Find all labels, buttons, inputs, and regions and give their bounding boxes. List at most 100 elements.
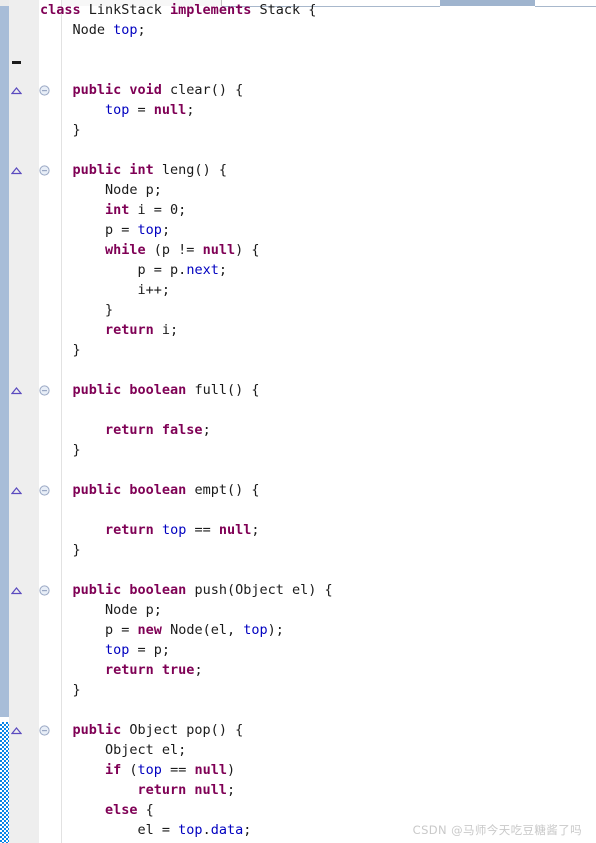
code-token-pln: p =	[40, 622, 138, 638]
code-token-fld: top	[161, 522, 187, 538]
code-line[interactable]: p = top;	[36, 220, 596, 240]
code-line[interactable]	[36, 560, 596, 580]
code-line[interactable]: int i = 0;	[36, 200, 596, 220]
code-token-pln: }	[40, 542, 81, 558]
code-line[interactable]: return false;	[36, 420, 596, 440]
code-token-fld: top	[40, 642, 130, 658]
scrollbar-thumb-hatched[interactable]	[0, 722, 9, 843]
code-line[interactable]: return null;	[36, 780, 596, 800]
code-token-kw: null	[202, 242, 236, 258]
code-token-kw: public boolean	[40, 482, 187, 498]
scrollbar-track-upper[interactable]	[0, 6, 9, 717]
code-line[interactable]: Node p;	[36, 600, 596, 620]
code-line[interactable]	[36, 60, 596, 80]
structure-triangle-icon[interactable]	[11, 385, 22, 396]
code-editor: class LinkStack implements Stack { Node …	[0, 0, 596, 843]
code-token-pln: full() {	[186, 382, 260, 398]
code-token-pln: Object el;	[40, 742, 187, 758]
code-line[interactable]	[36, 500, 596, 520]
structure-triangle-icon[interactable]	[11, 725, 22, 736]
code-line[interactable]: class LinkStack implements Stack {	[36, 0, 596, 20]
code-text-area[interactable]: class LinkStack implements Stack { Node …	[36, 0, 596, 843]
code-token-pln: ==	[161, 762, 195, 778]
structure-triangle-icon[interactable]	[11, 165, 22, 176]
code-token-pln	[154, 522, 162, 538]
code-line[interactable]	[36, 700, 596, 720]
code-line[interactable]: }	[36, 340, 596, 360]
code-token-kw: new	[137, 622, 162, 638]
code-line[interactable]: return top == null;	[36, 520, 596, 540]
code-line[interactable]: public int leng() {	[36, 160, 596, 180]
structure-triangle-icon[interactable]	[11, 585, 22, 596]
code-token-kw: implements	[170, 2, 252, 18]
code-token-kw: null	[153, 102, 187, 118]
fold-gutter[interactable]	[9, 0, 39, 843]
code-token-kw: if	[40, 762, 122, 778]
code-line[interactable]: }	[36, 120, 596, 140]
code-line[interactable]: top = null;	[36, 100, 596, 120]
code-line[interactable]	[36, 40, 596, 60]
overview-marker-strip[interactable]	[0, 6, 9, 843]
code-token-pln: clear() {	[161, 82, 244, 98]
code-line[interactable]: i++;	[36, 280, 596, 300]
code-token-fld: top	[137, 222, 162, 238]
code-token-pln: ;	[251, 522, 260, 538]
csdn-watermark: CSDN @马师今天吃豆糖酱了吗	[412, 823, 582, 837]
code-line[interactable]: Object el;	[36, 740, 596, 760]
code-token-pln: push(Object el) {	[186, 582, 333, 598]
code-token-kw: null	[218, 522, 252, 538]
code-line[interactable]: p = p.next;	[36, 260, 596, 280]
code-token-kw: public boolean	[40, 382, 187, 398]
code-token-kw: public void	[40, 82, 162, 98]
code-line[interactable]: return true;	[36, 660, 596, 680]
code-token-pln: }	[40, 122, 81, 138]
code-line[interactable]: }	[36, 680, 596, 700]
code-line[interactable]: p = new Node(el, top);	[36, 620, 596, 640]
code-token-fld: top	[178, 822, 203, 838]
code-line[interactable]	[36, 460, 596, 480]
code-line[interactable]: public boolean empt() {	[36, 480, 596, 500]
code-line[interactable]: }	[36, 540, 596, 560]
code-token-pln: }	[40, 682, 81, 698]
code-token-pln: ) {	[235, 242, 260, 258]
code-token-pln: =	[129, 102, 154, 118]
code-token-kw: while	[40, 242, 146, 258]
code-line[interactable]: while (p != null) {	[36, 240, 596, 260]
code-token-kw: public boolean	[40, 582, 187, 598]
code-token-kw: int	[40, 202, 130, 218]
code-line[interactable]: public boolean push(Object el) {	[36, 580, 596, 600]
code-line[interactable]	[36, 360, 596, 380]
code-line[interactable]: public void clear() {	[36, 80, 596, 100]
code-line[interactable]	[36, 140, 596, 160]
code-line[interactable]: if (top == null)	[36, 760, 596, 780]
code-line[interactable]: public Object pop() {	[36, 720, 596, 740]
code-token-pln: leng() {	[153, 162, 227, 178]
code-token-kw: return null	[40, 782, 227, 798]
code-token-pln: p = p.	[40, 262, 187, 278]
code-line[interactable]: public boolean full() {	[36, 380, 596, 400]
code-line[interactable]: Node p;	[36, 180, 596, 200]
structure-triangle-icon[interactable]	[11, 485, 22, 496]
code-token-pln: ;	[194, 662, 203, 678]
code-line[interactable]: return i;	[36, 320, 596, 340]
code-line[interactable]: Node top;	[36, 20, 596, 40]
code-token-pln: el =	[40, 822, 179, 838]
code-token-pln: )	[226, 762, 236, 778]
code-line[interactable]: else {	[36, 800, 596, 820]
code-line[interactable]: top = p;	[36, 640, 596, 660]
code-token-pln: Object pop() {	[121, 722, 244, 738]
code-token-kw: return	[40, 322, 154, 338]
code-token-pln: ==	[186, 522, 219, 538]
code-line[interactable]: }	[36, 300, 596, 320]
fold-dash-marker[interactable]	[12, 61, 21, 64]
code-token-pln: Stack {	[251, 2, 317, 18]
code-token-pln: ;	[186, 102, 195, 118]
code-line[interactable]: }	[36, 440, 596, 460]
code-token-pln: empt() {	[186, 482, 260, 498]
code-token-fld: top	[137, 762, 162, 778]
code-line[interactable]	[36, 400, 596, 420]
structure-triangle-icon[interactable]	[11, 85, 22, 96]
code-token-fld: next	[186, 262, 219, 278]
code-token-pln: }	[40, 302, 114, 318]
code-token-pln: i;	[153, 322, 179, 338]
